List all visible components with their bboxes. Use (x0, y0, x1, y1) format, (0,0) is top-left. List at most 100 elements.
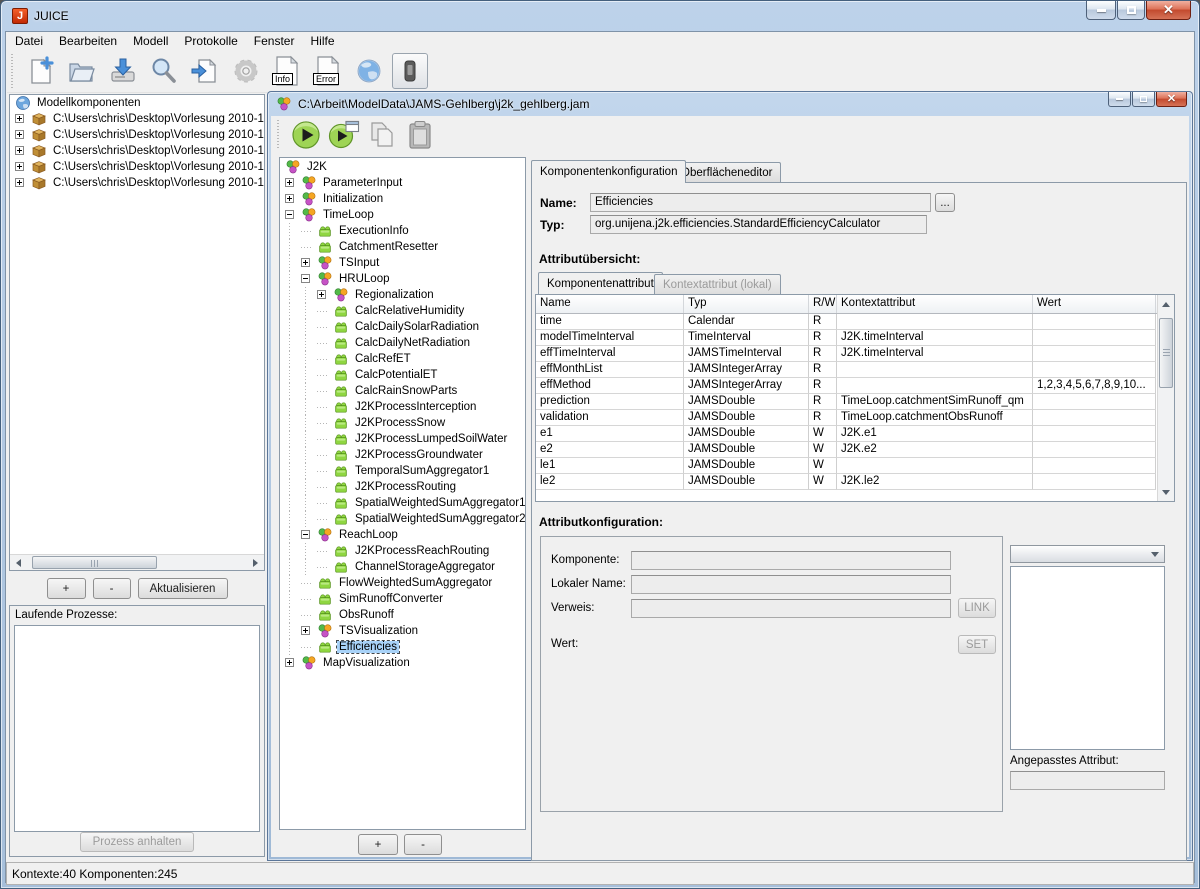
tree-node-label[interactable]: Regionalization (353, 289, 436, 301)
run-model-button[interactable] (289, 118, 323, 152)
scroll-left-button[interactable] (11, 556, 26, 570)
copy-button[interactable] (365, 118, 399, 152)
tree-node-label[interactable]: C:\Users\chris\Desktop\Vorlesung 2010-12 (51, 161, 264, 173)
horizontal-scrollbar[interactable] (10, 554, 264, 570)
model-tree-node[interactable]: MapVisualization (280, 655, 525, 671)
model-tree-node[interactable]: J2K (280, 159, 525, 175)
tree-node-label[interactable]: C:\Users\chris\Desktop\Vorlesung 2010-12 (51, 177, 264, 189)
tree-node-label[interactable]: FlowWeightedSumAggregator (337, 577, 494, 589)
table-row[interactable]: predictionJAMSDoubleRTimeLoop.catchmentS… (536, 394, 1174, 410)
table-row[interactable]: timeCalendarR (536, 314, 1174, 330)
web-button[interactable] (351, 53, 387, 89)
tree-node-label[interactable]: HRULoop (337, 273, 392, 285)
attribute-listbox[interactable] (1010, 566, 1165, 750)
expand-plus-icon[interactable] (285, 194, 294, 203)
menu-item-datei[interactable]: Datei (7, 33, 51, 49)
model-tree-node[interactable]: FlowWeightedSumAggregator (280, 575, 525, 591)
library-tree-item[interactable]: C:\Users\chris\Desktop\Vorlesung 2010-12 (10, 111, 264, 127)
tree-node-label[interactable]: ExecutionInfo (337, 225, 411, 237)
toolbar-drag-handle[interactable] (9, 54, 15, 88)
model-tree-node[interactable]: ChannelStorageAggregator (280, 559, 525, 575)
column-header-typ[interactable]: Typ (684, 295, 809, 313)
vertical-scrollbar[interactable] (1157, 295, 1174, 501)
tree-node-label[interactable]: CalcRelativeHumidity (353, 305, 466, 317)
scroll-down-button[interactable] (1158, 485, 1173, 499)
scroll-up-button[interactable] (1158, 297, 1173, 311)
collapse-minus-icon[interactable] (285, 210, 294, 219)
horizontal-scroll-thumb[interactable] (32, 556, 157, 569)
expand-plus-icon[interactable] (301, 258, 310, 267)
close-button[interactable]: ✕ (1146, 1, 1191, 20)
tree-node-label[interactable]: CalcPotentialET (353, 369, 439, 381)
expand-plus-icon[interactable] (317, 290, 326, 299)
vertical-scroll-thumb[interactable] (1159, 318, 1173, 388)
tree-node-label[interactable]: C:\Users\chris\Desktop\Vorlesung 2010-12 (51, 113, 264, 125)
error-log-button[interactable]: Error (310, 53, 346, 89)
info-log-button[interactable]: Info (269, 53, 305, 89)
expand-plus-icon[interactable] (15, 130, 24, 139)
tree-node-label[interactable]: J2KProcessReachRouting (353, 545, 491, 557)
new-model-button[interactable] (23, 53, 59, 89)
model-window-titlebar[interactable]: C:\Arbeit\ModelData\JAMS-Gehlberg\j2k_ge… (268, 92, 1192, 116)
expand-plus-icon[interactable] (285, 178, 294, 187)
library-tree-item[interactable]: C:\Users\chris\Desktop\Vorlesung 2010-12 (10, 159, 264, 175)
model-tree-node[interactable]: CalcRainSnowParts (280, 383, 525, 399)
collapse-minus-icon[interactable] (301, 274, 310, 283)
model-tree-node[interactable]: TSVisualization (280, 623, 525, 639)
import-model-button[interactable] (187, 53, 223, 89)
model-tree-node[interactable]: Regionalization (280, 287, 525, 303)
run-model-gui-button[interactable] (327, 118, 361, 152)
model-tree-node[interactable]: J2KProcessRouting (280, 479, 525, 495)
link-button[interactable]: LINK (958, 598, 996, 618)
tree-node-label[interactable]: SpatialWeightedSumAggregator1 (353, 497, 525, 509)
model-tree-node[interactable]: J2KProcessGroundwater (280, 447, 525, 463)
model-tree-node[interactable]: ExecutionInfo (280, 223, 525, 239)
tree-node-label[interactable]: CalcRefET (353, 353, 413, 365)
model-tree-node[interactable]: TSInput (280, 255, 525, 271)
name-browse-button[interactable]: ... (935, 193, 955, 212)
model-tree-node[interactable]: CalcRefET (280, 351, 525, 367)
tree-node-label[interactable]: J2KProcessLumpedSoilWater (353, 433, 509, 445)
tree-node-label[interactable]: Modellkomponenten (35, 97, 143, 109)
expand-plus-icon[interactable] (15, 114, 24, 123)
scroll-right-button[interactable] (248, 556, 263, 570)
lokaler-name-field[interactable] (631, 575, 951, 594)
tree-node-label[interactable]: CalcDailyNetRadiation (353, 337, 472, 349)
table-row[interactable]: le2JAMSDoubleWJ2K.le2 (536, 474, 1174, 490)
menu-item-bearbeiten[interactable]: Bearbeiten (51, 33, 125, 49)
model-tree-node[interactable]: CalcDailyNetRadiation (280, 335, 525, 351)
tab-komponentenkonfiguration[interactable]: Komponentenkonfiguration (531, 160, 686, 183)
table-row[interactable]: effMonthListJAMSIntegerArrayR (536, 362, 1174, 378)
attribute-select-dropdown[interactable] (1010, 545, 1165, 563)
column-header-wert[interactable]: Wert (1033, 295, 1156, 313)
paste-button[interactable] (403, 118, 437, 152)
model-tree-node[interactable]: CalcDailySolarRadiation (280, 319, 525, 335)
main-titlebar[interactable]: J JUICE ✕ (1, 1, 1199, 31)
tree-node-label[interactable]: J2KProcessSnow (353, 417, 447, 429)
device-button[interactable] (392, 53, 428, 89)
maximize-button[interactable] (1117, 1, 1145, 20)
remove-library-button[interactable]: - (93, 578, 131, 599)
tree-node-label[interactable]: ChannelStorageAggregator (353, 561, 497, 573)
table-row[interactable]: le1JAMSDoubleW (536, 458, 1174, 474)
model-tree-node[interactable]: ObsRunoff (280, 607, 525, 623)
model-tree-node[interactable]: CalcRelativeHumidity (280, 303, 525, 319)
model-tree-node[interactable]: Efficiencies (280, 639, 525, 655)
model-tree-node[interactable]: J2KProcessLumpedSoilWater (280, 431, 525, 447)
model-tree-node[interactable]: TemporalSumAggregator1 (280, 463, 525, 479)
verweis-field[interactable] (631, 599, 951, 618)
tab-kontextattribut[interactable]: Kontextattribut (lokal) (654, 274, 781, 294)
search-button[interactable] (146, 53, 182, 89)
model-tree-node[interactable]: J2KProcessReachRouting (280, 543, 525, 559)
model-close-button[interactable]: ✕ (1156, 92, 1187, 107)
tree-node-label[interactable]: Efficiencies (337, 641, 399, 653)
model-add-button[interactable]: + (358, 834, 398, 855)
tree-node-label[interactable]: SimRunoffConverter (337, 593, 445, 605)
tree-node-label[interactable]: SpatialWeightedSumAggregator2 (353, 513, 525, 525)
table-row[interactable]: e1JAMSDoubleWJ2K.e1 (536, 426, 1174, 442)
table-row[interactable]: e2JAMSDoubleWJ2K.e2 (536, 442, 1174, 458)
model-tree-node[interactable]: J2KProcessSnow (280, 415, 525, 431)
set-button[interactable]: SET (958, 635, 996, 654)
model-tree-node[interactable]: SimRunoffConverter (280, 591, 525, 607)
model-tree-node[interactable]: CalcPotentialET (280, 367, 525, 383)
